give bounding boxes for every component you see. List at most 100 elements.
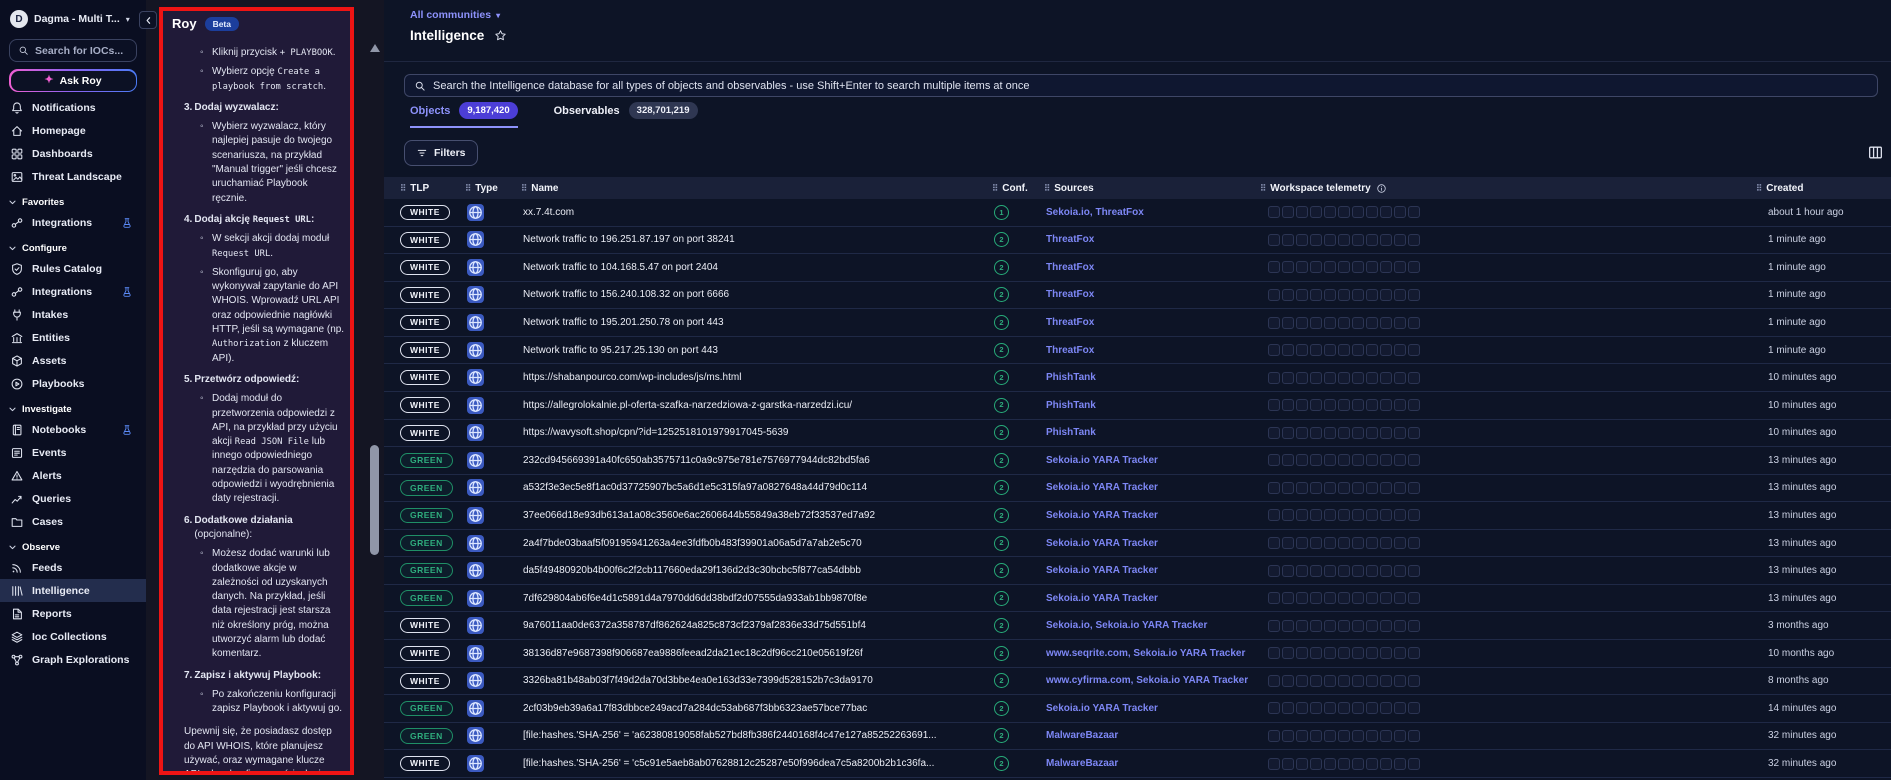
column-header-created[interactable]: ⠿Created xyxy=(1756,177,1803,199)
sidebar-item-rules-catalog[interactable]: Rules Catalog xyxy=(0,257,146,280)
communities-selector[interactable]: All communities ▾ xyxy=(410,9,500,21)
object-name[interactable]: 37ee066d18e93db613a1a08c3560e6ac2606644b… xyxy=(523,510,875,521)
object-name[interactable]: 7df629804ab6f6e4d1c5891d4a7970dd6dd38bdf… xyxy=(523,593,867,604)
drag-handle-icon[interactable]: ⠿ xyxy=(1044,183,1049,194)
table-row[interactable]: WHITENetwork traffic to 195.201.250.78 o… xyxy=(384,309,1891,337)
table-row[interactable]: WHITEhttps://allegrolokalnie.pl-oferta-s… xyxy=(384,392,1891,420)
table-row[interactable]: GREEN37ee066d18e93db613a1a08c3560e6ac260… xyxy=(384,502,1891,530)
drag-handle-icon[interactable]: ⠿ xyxy=(992,183,997,194)
sidebar-item-playbooks[interactable]: Playbooks xyxy=(0,372,146,395)
table-row[interactable]: GREEN232cd945669391a40fc650ab3575711c0a9… xyxy=(384,447,1891,475)
drag-handle-icon[interactable]: ⠿ xyxy=(400,183,405,194)
table-row[interactable]: GREEN2cf03b9eb39a6a17f83dbbce249acd7a284… xyxy=(384,695,1891,723)
tab-observables[interactable]: Observables328,701,219 xyxy=(554,102,698,128)
sidebar-section-investigate[interactable]: Investigate xyxy=(0,395,146,418)
sidebar-item-alerts[interactable]: Alerts xyxy=(0,464,146,487)
ask-roy-button[interactable]: ✦ Ask Roy xyxy=(9,69,137,92)
object-name[interactable]: 9a76011aa0de6372a358787df862624a825c873c… xyxy=(523,620,866,631)
sidebar-item-cases[interactable]: Cases xyxy=(0,510,146,533)
object-name[interactable]: https://allegrolokalnie.pl-oferta-szafka… xyxy=(523,400,852,411)
source-link[interactable]: Sekoia.io YARA Tracker xyxy=(1046,538,1158,549)
table-row[interactable]: GREENa532f3e3ec5e8f1ac0d37725907bc5a6d1e… xyxy=(384,475,1891,503)
table-row[interactable]: WHITEhttps://wavysoft.shop/cpn/?id=12525… xyxy=(384,420,1891,448)
source-link[interactable]: Sekoia.io YARA Tracker xyxy=(1046,565,1158,576)
object-name[interactable]: Network traffic to 95.217.25.130 on port… xyxy=(523,345,718,356)
table-row[interactable]: WHITENetwork traffic to 196.251.87.197 o… xyxy=(384,227,1891,255)
object-name[interactable]: a532f3e3ec5e8f1ac0d37725907bc5a6d1e5c315… xyxy=(523,482,867,493)
source-link[interactable]: Sekoia.io YARA Tracker xyxy=(1046,593,1158,604)
source-link[interactable]: Sekoia.io YARA Tracker xyxy=(1046,482,1158,493)
source-link[interactable]: ThreatFox xyxy=(1046,262,1094,273)
table-row[interactable]: WHITExx.7.4t.com1Sekoia.io, ThreatFoxabo… xyxy=(384,199,1891,227)
object-name[interactable]: https://wavysoft.shop/cpn/?id=1252518101… xyxy=(523,427,789,438)
favorite-star-icon[interactable] xyxy=(494,29,507,42)
info-icon[interactable] xyxy=(1376,183,1387,194)
sidebar-item-integrations[interactable]: Integrations xyxy=(0,280,146,303)
object-name[interactable]: 2cf03b9eb39a6a17f83dbbce249acd7a284dc53a… xyxy=(523,703,867,714)
sidebar-section-observe[interactable]: Observe xyxy=(0,533,146,556)
table-row[interactable]: WHITE3326ba81b48ab03f7f49d2da70d3bbe4ea0… xyxy=(384,668,1891,696)
object-name[interactable]: 232cd945669391a40fc650ab3575711c0a9c975e… xyxy=(523,455,870,466)
filters-button[interactable]: Filters xyxy=(404,140,478,166)
source-link[interactable]: ThreatFox xyxy=(1046,317,1094,328)
object-name[interactable]: 3326ba81b48ab03f7f49d2da70d3bbe4ea0e163d… xyxy=(523,675,873,686)
object-name[interactable]: Network traffic to 104.168.5.47 on port … xyxy=(523,262,718,273)
source-link[interactable]: MalwareBazaar xyxy=(1046,730,1118,741)
sidebar-item-queries[interactable]: Queries xyxy=(0,487,146,510)
source-link[interactable]: Sekoia.io, Sekoia.io YARA Tracker xyxy=(1046,620,1207,631)
sidebar-item-ioc-collections[interactable]: Ioc Collections xyxy=(0,625,146,648)
sidebar-item-threat-landscape[interactable]: Threat Landscape xyxy=(0,165,146,188)
tab-objects[interactable]: Objects9,187,420 xyxy=(410,102,518,128)
object-name[interactable]: Network traffic to 195.201.250.78 on por… xyxy=(523,317,724,328)
table-row[interactable]: WHITE[file:hashes.'SHA-256' = 'c5c91e5ae… xyxy=(384,750,1891,778)
source-link[interactable]: PhishTank xyxy=(1046,400,1096,411)
source-link[interactable]: PhishTank xyxy=(1046,372,1096,383)
sidebar-collapse-button[interactable] xyxy=(139,11,157,29)
table-row[interactable]: GREENda5f49480920b4b00f6c2f2cb117660eda2… xyxy=(384,557,1891,585)
object-name[interactable]: Network traffic to 196.251.87.197 on por… xyxy=(523,234,735,245)
column-header-name[interactable]: ⠿Name xyxy=(521,177,558,199)
source-link[interactable]: PhishTank xyxy=(1046,427,1096,438)
sidebar-item-homepage[interactable]: Homepage xyxy=(0,119,146,142)
sidebar-item-dashboards[interactable]: Dashboards xyxy=(0,142,146,165)
table-row[interactable]: GREEN2a4f7bde03baaf5f09195941263a4ee3fdf… xyxy=(384,530,1891,558)
sidebar-item-reports[interactable]: Reports xyxy=(0,602,146,625)
object-name[interactable]: 2a4f7bde03baaf5f09195941263a4ee3fdfb0b48… xyxy=(523,538,862,549)
source-link[interactable]: Sekoia.io YARA Tracker xyxy=(1046,455,1158,466)
column-settings-icon[interactable] xyxy=(1867,144,1884,161)
sidebar-item-assets[interactable]: Assets xyxy=(0,349,146,372)
sidebar-item-feeds[interactable]: Feeds xyxy=(0,556,146,579)
column-header-sources[interactable]: ⠿Sources xyxy=(1044,177,1094,199)
source-link[interactable]: MalwareBazaar xyxy=(1046,758,1118,769)
object-name[interactable]: [file:hashes.'SHA-256' = 'a62380819058fa… xyxy=(523,730,937,741)
column-header-conf[interactable]: ⠿Conf. xyxy=(992,177,1028,199)
table-row[interactable]: WHITENetwork traffic to 95.217.25.130 on… xyxy=(384,337,1891,365)
intelligence-search-input[interactable]: Search the Intelligence database for all… xyxy=(404,74,1878,97)
object-name[interactable]: Network traffic to 156.240.108.32 on por… xyxy=(523,289,729,300)
source-link[interactable]: ThreatFox xyxy=(1046,289,1094,300)
sidebar-item-entities[interactable]: Entities xyxy=(0,326,146,349)
search-iocs-input[interactable]: Search for IOCs... xyxy=(9,39,137,62)
table-row[interactable]: WHITEhttps://shabanpourco.com/wp-include… xyxy=(384,364,1891,392)
roy-scrollbar-thumb[interactable] xyxy=(370,445,379,555)
drag-handle-icon[interactable]: ⠿ xyxy=(465,183,470,194)
source-link[interactable]: www.seqrite.com, Sekoia.io YARA Tracker xyxy=(1046,648,1245,659)
column-header-workspace-telemetry[interactable]: ⠿Workspace telemetry xyxy=(1260,177,1387,199)
sidebar-section-favorites[interactable]: Favorites xyxy=(0,188,146,211)
sidebar-section-configure[interactable]: Configure xyxy=(0,234,146,257)
object-name[interactable]: [file:hashes.'SHA-256' = 'c5c91e5aeb8ab0… xyxy=(523,758,934,769)
source-link[interactable]: www.cyfirma.com, Sekoia.io YARA Tracker xyxy=(1046,675,1248,686)
sidebar-item-intelligence[interactable]: Intelligence xyxy=(0,579,146,602)
workspace-switcher[interactable]: D Dagma - Multi T... ▾ xyxy=(0,0,146,34)
table-row[interactable]: GREEN[file:hashes.'SHA-256' = 'a62380819… xyxy=(384,723,1891,751)
table-row[interactable]: GREEN7df629804ab6f6e4d1c5891d4a7970dd6dd… xyxy=(384,585,1891,613)
sidebar-item-notifications[interactable]: Notifications xyxy=(0,96,146,119)
table-row[interactable]: WHITE9a76011aa0de6372a358787df862624a825… xyxy=(384,612,1891,640)
sidebar-item-intakes[interactable]: Intakes xyxy=(0,303,146,326)
column-header-tlp[interactable]: ⠿TLP xyxy=(400,177,429,199)
table-row[interactable]: WHITENetwork traffic to 156.240.108.32 o… xyxy=(384,282,1891,310)
sidebar-item-events[interactable]: Events xyxy=(0,441,146,464)
source-link[interactable]: ThreatFox xyxy=(1046,234,1094,245)
source-link[interactable]: ThreatFox xyxy=(1046,345,1094,356)
source-link[interactable]: Sekoia.io YARA Tracker xyxy=(1046,510,1158,521)
